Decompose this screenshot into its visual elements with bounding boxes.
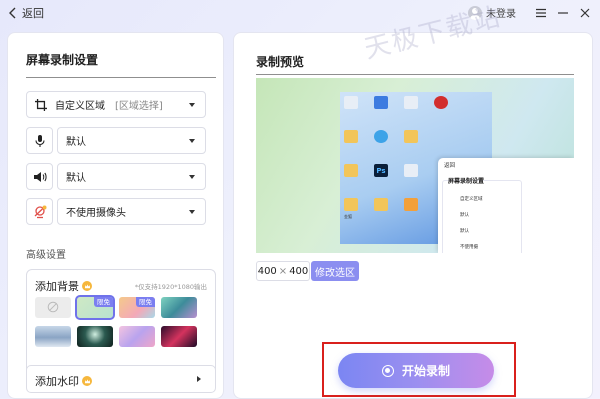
desktop-icon xyxy=(404,198,418,211)
microphone-toggle[interactable] xyxy=(26,127,53,154)
record-icon xyxy=(381,364,394,377)
desktop-icon xyxy=(404,96,418,109)
selection-height: 400 xyxy=(289,265,309,277)
background-title: 添加背景 xyxy=(35,278,92,294)
chevron-left-icon xyxy=(9,7,16,19)
preview-row-region: 自定义区域 xyxy=(460,197,483,202)
free-badge: 限免 xyxy=(136,297,155,307)
photoshop-label: Ps xyxy=(376,166,386,175)
close-icon xyxy=(580,8,590,18)
selection-width: 400 xyxy=(257,265,277,277)
preview-panel: 录制预览 Ps 金狐 返回 屏幕录制设置 自定义区域 默认 默认 不使用摄 40… xyxy=(233,32,593,399)
advanced-settings-label: 高级设置 xyxy=(26,250,66,261)
microphone-value: 默认 xyxy=(66,137,86,148)
region-hint: [区域选择] xyxy=(115,101,163,112)
background-warm-gradient[interactable]: 限免 xyxy=(119,297,155,318)
background-mountains[interactable] xyxy=(35,326,71,347)
menu-button[interactable] xyxy=(532,4,550,22)
watermark-title: 添加水印 xyxy=(35,373,92,389)
background-teal-abstract[interactable] xyxy=(161,297,197,318)
vip-crown-icon xyxy=(82,281,92,291)
speaker-toggle[interactable] xyxy=(26,163,53,190)
preview-settings-title: 屏幕录制设置 xyxy=(448,178,485,185)
background-pastel-wave[interactable] xyxy=(119,326,155,347)
desktop-icon xyxy=(374,96,388,109)
camera-toggle[interactable] xyxy=(26,198,53,225)
no-background-icon xyxy=(47,301,59,313)
back-button[interactable]: 返回 xyxy=(8,5,44,21)
background-green-gradient[interactable]: 限免 xyxy=(75,295,115,320)
close-button[interactable] xyxy=(576,4,594,22)
preview-app-content xyxy=(438,158,574,253)
hamburger-icon xyxy=(536,8,546,18)
photoshop-icon: Ps xyxy=(374,164,388,177)
user-label: 未登录 xyxy=(486,9,516,20)
chevron-down-icon xyxy=(189,139,195,143)
desktop-icon xyxy=(404,164,418,177)
settings-panel: 屏幕录制设置 自定义区域 [区域选择] 默认 默认 不使用摄像头 高级设置 添加… xyxy=(7,32,224,399)
size-separator: × xyxy=(278,265,288,277)
preview-divider xyxy=(256,74,574,75)
folder-icon xyxy=(374,198,388,211)
start-recording-button[interactable]: 开始录制 xyxy=(338,353,494,388)
desktop-icon xyxy=(374,130,388,143)
preview-row-camera: 不使用摄 xyxy=(460,245,478,250)
camera-select[interactable]: 不使用摄像头 xyxy=(57,198,206,225)
preview-row-mic: 默认 xyxy=(460,213,469,218)
microphone-select[interactable]: 默认 xyxy=(57,127,206,154)
background-note: *仅支持1920*1080输出 xyxy=(134,283,207,291)
chevron-down-icon xyxy=(189,210,195,214)
camera-off-icon xyxy=(34,205,46,218)
title-bar: 返回 未登录 xyxy=(0,0,600,28)
background-dark-red-wave[interactable] xyxy=(161,326,197,347)
user-avatar-icon xyxy=(468,5,482,20)
add-watermark-row[interactable]: 添加水印 xyxy=(26,365,216,393)
folder-icon xyxy=(404,130,418,143)
preview-title: 录制预览 xyxy=(256,55,305,69)
speaker-value: 默认 xyxy=(66,173,86,184)
user-login[interactable]: 未登录 xyxy=(468,5,516,20)
microphone-icon xyxy=(34,134,45,147)
background-title-text: 添加背景 xyxy=(35,280,79,293)
settings-divider xyxy=(26,77,216,78)
preview-row-speaker: 默认 xyxy=(460,229,469,234)
desktop-icon xyxy=(434,96,448,109)
camera-value: 不使用摄像头 xyxy=(66,208,126,219)
speaker-icon xyxy=(33,171,47,182)
minimize-icon xyxy=(558,12,568,14)
region-value: 自定义区域 xyxy=(55,101,105,112)
desktop-icon xyxy=(344,96,358,109)
folder-icon xyxy=(344,164,358,177)
minimize-button[interactable] xyxy=(554,4,572,22)
folder-icon xyxy=(344,198,358,211)
preview-settings-card xyxy=(442,180,522,253)
recording-preview: Ps 金狐 返回 屏幕录制设置 自定义区域 默认 默认 不使用摄 xyxy=(256,78,574,253)
region-select[interactable]: 自定义区域 [区域选择] xyxy=(26,91,206,118)
modify-selection-button[interactable]: 修改选区 xyxy=(311,261,359,281)
start-recording-label: 开始录制 xyxy=(401,364,450,378)
free-badge: 限免 xyxy=(94,297,113,307)
settings-title: 屏幕录制设置 xyxy=(26,53,99,67)
chevron-down-icon xyxy=(189,175,195,179)
background-dark-green-light[interactable] xyxy=(77,326,113,347)
vip-crown-icon xyxy=(82,376,92,386)
folder-icon xyxy=(344,130,358,143)
crop-icon xyxy=(35,98,47,111)
chevron-right-icon xyxy=(197,376,201,382)
background-none[interactable] xyxy=(35,297,71,318)
speaker-select[interactable]: 默认 xyxy=(57,163,206,190)
watermark-title-text: 添加水印 xyxy=(35,375,79,388)
selection-size: 400 × 400 xyxy=(256,261,310,281)
back-label: 返回 xyxy=(22,7,44,20)
desktop-label: 金狐 xyxy=(344,214,352,219)
chevron-down-icon xyxy=(189,103,195,107)
